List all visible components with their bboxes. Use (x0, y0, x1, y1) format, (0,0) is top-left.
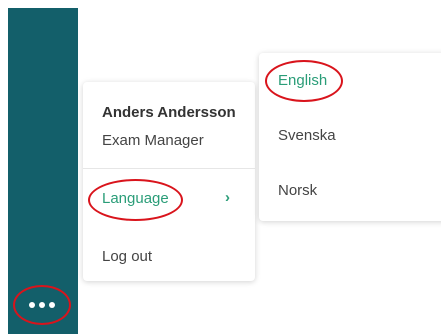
language-option-label: Svenska (278, 127, 336, 144)
language-submenu: English Svenska Norsk (259, 53, 441, 221)
more-horizontal-icon-dot (39, 302, 45, 308)
user-menu: Anders Andersson Exam Manager Language ›… (83, 82, 255, 281)
language-option-label: English (278, 72, 328, 89)
menu-divider (83, 168, 255, 169)
menu-item-language[interactable]: Language › (83, 178, 255, 218)
chevron-right-icon: › (225, 189, 230, 206)
user-name: Anders Andersson (102, 104, 236, 121)
user-role: Exam Manager (102, 132, 204, 149)
language-option-label: Norsk (278, 182, 318, 199)
menu-item-language-label: Language (102, 190, 169, 207)
sidebar (8, 8, 78, 334)
language-option-svenska[interactable]: Svenska (259, 117, 441, 157)
more-horizontal-icon-dot (49, 302, 55, 308)
menu-item-logout[interactable]: Log out (83, 240, 255, 274)
language-option-english[interactable]: English (259, 62, 441, 102)
language-option-norsk[interactable]: Norsk (259, 172, 441, 212)
menu-item-logout-label: Log out (102, 248, 153, 265)
more-menu-button[interactable] (14, 287, 70, 323)
more-horizontal-icon (29, 302, 35, 308)
